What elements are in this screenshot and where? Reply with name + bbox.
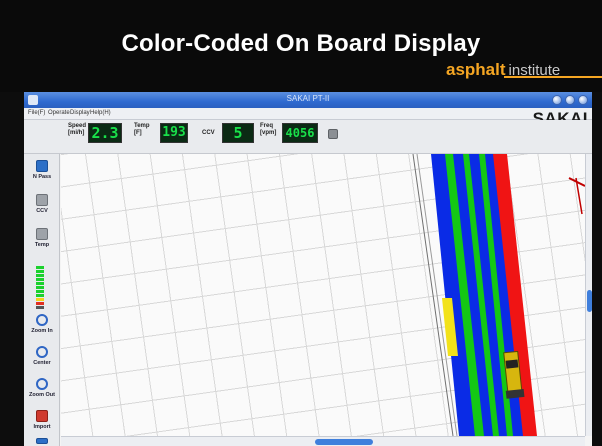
import-button[interactable]: Import bbox=[26, 410, 58, 438]
meter-segment bbox=[36, 282, 44, 285]
logo-underline bbox=[504, 76, 602, 78]
app-window: SAKAI PT-II File(F) Operate Display Help… bbox=[24, 92, 592, 446]
menu-bar: File(F) Operate Display Help(H) bbox=[24, 108, 592, 120]
zoom-in-button[interactable]: Zoom In bbox=[26, 314, 58, 342]
import-icon bbox=[36, 410, 48, 422]
asphalt-institute-logo: asphalt institute bbox=[446, 60, 602, 79]
maximize-button[interactable] bbox=[565, 95, 575, 105]
horizontal-scrollbar[interactable] bbox=[61, 436, 585, 446]
app-icon bbox=[28, 95, 38, 105]
ccv-button[interactable]: CCV bbox=[26, 194, 58, 222]
vertical-scrollbar[interactable] bbox=[585, 154, 592, 436]
meter-segment bbox=[36, 302, 44, 305]
meter-segment bbox=[36, 294, 44, 297]
temp-icon bbox=[36, 228, 48, 240]
zoom-in-icon bbox=[36, 314, 48, 326]
minimize-button[interactable] bbox=[552, 95, 562, 105]
speed-label: Speed [mi/h] bbox=[68, 123, 87, 136]
menu-help[interactable]: Help(H) bbox=[90, 110, 111, 116]
meter-segment bbox=[36, 306, 44, 309]
menu-file[interactable]: File(F) bbox=[28, 110, 45, 116]
horizontal-scroll-thumb[interactable] bbox=[315, 439, 373, 445]
temp-button-label: Temp bbox=[34, 242, 50, 248]
ccv-display: 5 bbox=[222, 123, 254, 143]
meter-segment bbox=[36, 266, 44, 269]
freq-label: Freq [vpm] bbox=[260, 123, 277, 136]
zoom-out-label: Zoom Out bbox=[29, 392, 55, 398]
menu-operate[interactable]: Operate bbox=[48, 110, 70, 116]
temp-label: Temp [F] bbox=[134, 123, 150, 136]
ccv-button-label: CCV bbox=[36, 208, 48, 214]
zoom-out-button[interactable]: Zoom Out bbox=[26, 378, 58, 406]
zoom-out-icon bbox=[36, 378, 48, 390]
meter-segment bbox=[36, 278, 44, 281]
center-icon bbox=[36, 346, 48, 358]
window-titlebar[interactable]: SAKAI PT-II bbox=[24, 92, 592, 108]
slide-title: Color-Coded On Board Display bbox=[121, 30, 481, 57]
ccv-label: CCV bbox=[202, 130, 215, 136]
ccv-icon bbox=[36, 194, 48, 206]
center-label: Center bbox=[33, 360, 51, 366]
settings-icon[interactable] bbox=[328, 129, 338, 139]
readout-toolbar: Speed [mi/h] 2.3 Temp [F] 193 CCV 5 Freq… bbox=[24, 120, 592, 154]
import-label: Import bbox=[33, 424, 51, 430]
meter-segment bbox=[36, 286, 44, 289]
side-panel: N Pass CCV Temp Zoom In Center Zoom Out … bbox=[24, 154, 60, 446]
meter-segment bbox=[36, 270, 44, 273]
close-button[interactable] bbox=[578, 95, 588, 105]
n-pass-icon bbox=[36, 160, 48, 172]
temperature-meter bbox=[36, 266, 44, 316]
export-icon bbox=[36, 438, 48, 444]
export-button[interactable] bbox=[26, 438, 58, 446]
vertical-scroll-thumb[interactable] bbox=[587, 290, 592, 312]
zoom-in-label: Zoom In bbox=[31, 328, 53, 334]
meter-segment bbox=[36, 274, 44, 277]
center-button[interactable]: Center bbox=[26, 346, 58, 374]
meter-segment bbox=[36, 290, 44, 293]
n-pass-label: N Pass bbox=[32, 174, 52, 180]
menu-display[interactable]: Display bbox=[70, 110, 90, 116]
speed-display: 2.3 bbox=[88, 123, 122, 143]
slide-header: Color-Coded On Board Display asphalt inst… bbox=[0, 0, 602, 92]
window-title: SAKAI PT-II bbox=[286, 94, 330, 103]
temp-display: 193 bbox=[160, 123, 188, 143]
n-pass-button[interactable]: N Pass bbox=[26, 160, 58, 188]
logo-word: asphalt bbox=[446, 60, 506, 79]
freq-display: 4056 bbox=[282, 123, 318, 143]
temp-button[interactable]: Temp bbox=[26, 228, 58, 256]
compaction-map[interactable] bbox=[61, 154, 585, 436]
meter-segment bbox=[36, 298, 44, 301]
map-canvas bbox=[412, 154, 585, 436]
